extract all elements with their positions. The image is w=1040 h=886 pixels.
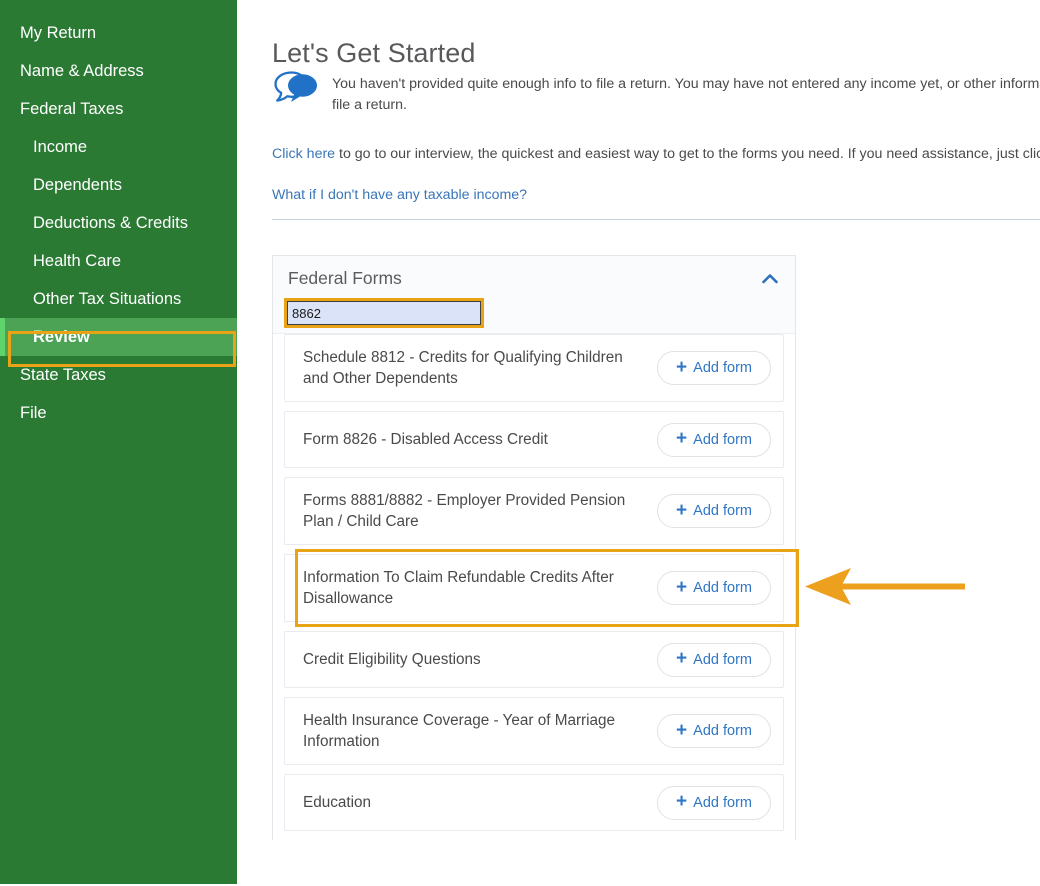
federal-forms-list: Schedule 8812 - Credits for Qualifying C…	[273, 334, 795, 831]
add-form-button[interactable]: + Add form	[657, 571, 771, 605]
federal-forms-panel: Federal Forms Schedule 8812 - Credits fo…	[272, 255, 796, 840]
taxable-income-line: What if I don't have any taxable income?	[272, 187, 527, 203]
form-row-label: Schedule 8812 - Credits for Qualifying C…	[303, 347, 633, 389]
sidebar-item-review[interactable]: Review	[0, 318, 237, 356]
form-row-label: Form 8826 - Disabled Access Credit	[303, 429, 548, 450]
add-form-button-label: Add form	[693, 432, 752, 448]
form-search-highlight-annotation	[284, 298, 484, 328]
add-form-button[interactable]: + Add form	[657, 714, 771, 748]
plus-icon: +	[676, 578, 687, 597]
form-row[interactable]: Information To Claim Refundable Credits …	[284, 554, 784, 622]
notice-text: You haven't provided quite enough info t…	[332, 68, 1040, 116]
sidebar-item-label: My Return	[20, 24, 96, 42]
sidebar-item-my-return[interactable]: My Return	[0, 14, 237, 52]
form-row[interactable]: Health Insurance Coverage - Year of Marr…	[284, 697, 784, 765]
interview-line-rest: to go to our interview, the quickest and…	[335, 146, 1040, 162]
interview-line: Click here to go to our interview, the q…	[272, 146, 1040, 162]
pointer-arrow-annotation	[805, 562, 965, 617]
add-form-button[interactable]: + Add form	[657, 494, 771, 528]
sidebar-item-label: State Taxes	[20, 366, 106, 384]
chevron-up-icon[interactable]	[757, 268, 783, 290]
add-form-button[interactable]: + Add form	[657, 643, 771, 677]
speech-bubbles-icon	[272, 68, 320, 110]
form-row[interactable]: Credit Eligibility Questions + Add form	[284, 631, 784, 688]
plus-icon: +	[676, 358, 687, 377]
add-form-button-label: Add form	[693, 580, 752, 596]
add-form-button[interactable]: + Add form	[657, 786, 771, 820]
sidebar-item-file[interactable]: File	[0, 394, 237, 432]
plus-icon: +	[676, 649, 687, 668]
add-form-button-label: Add form	[693, 503, 752, 519]
sidebar-item-deductions-credits[interactable]: Deductions & Credits	[0, 204, 237, 242]
sidebar-item-label: Deductions & Credits	[33, 214, 188, 232]
add-form-button-label: Add form	[693, 652, 752, 668]
plus-icon: +	[676, 429, 687, 448]
sidebar-item-income[interactable]: Income	[0, 128, 237, 166]
add-form-button-label: Add form	[693, 723, 752, 739]
sidebar-item-label: Other Tax Situations	[33, 290, 181, 308]
add-form-button-label: Add form	[693, 360, 752, 376]
form-row-label: Forms 8881/8882 - Employer Provided Pens…	[303, 490, 633, 532]
plus-icon: +	[676, 721, 687, 740]
sidebar-item-state-taxes[interactable]: State Taxes	[0, 356, 237, 394]
federal-forms-panel-header: Federal Forms	[273, 256, 795, 334]
sidebar-item-name-address[interactable]: Name & Address	[0, 52, 237, 90]
sidebar-item-label: Health Care	[33, 252, 121, 270]
sidebar-item-dependents[interactable]: Dependents	[0, 166, 237, 204]
notice-line-2: file a return.	[332, 95, 1040, 116]
notice-banner: You haven't provided quite enough info t…	[272, 68, 1040, 116]
form-row-label: Health Insurance Coverage - Year of Marr…	[303, 710, 633, 752]
sidebar-item-label: Review	[33, 328, 90, 346]
main-content: Let's Get Started You haven't provided q…	[237, 0, 1040, 886]
add-form-button[interactable]: + Add form	[657, 351, 771, 385]
sidebar-nav: My Return Name & Address Federal Taxes Inco…	[0, 0, 237, 884]
add-form-button[interactable]: + Add form	[657, 423, 771, 457]
sidebar-item-label: File	[20, 404, 47, 422]
sidebar-item-health-care[interactable]: Health Care	[0, 242, 237, 280]
form-row-label: Credit Eligibility Questions	[303, 649, 481, 670]
form-row-label: Information To Claim Refundable Credits …	[303, 567, 633, 609]
form-row[interactable]: Form 8826 - Disabled Access Credit + Add f…	[284, 411, 784, 468]
sidebar-item-other-tax-situations[interactable]: Other Tax Situations	[0, 280, 237, 318]
sidebar-item-label: Income	[33, 138, 87, 156]
sidebar-item-label: Dependents	[33, 176, 122, 194]
form-search-input[interactable]	[287, 301, 481, 325]
federal-forms-title: Federal Forms	[288, 268, 402, 289]
add-form-button-label: Add form	[693, 795, 752, 811]
sidebar-item-federal-taxes[interactable]: Federal Taxes	[0, 90, 237, 128]
app-window: My Return Name & Address Federal Taxes Inco…	[0, 0, 1040, 886]
taxable-income-link[interactable]: What if I don't have any taxable income?	[272, 187, 527, 203]
notice-line-1: You haven't provided quite enough info t…	[332, 76, 1040, 92]
section-divider	[272, 219, 1040, 220]
form-row-label: Education	[303, 792, 371, 813]
plus-icon: +	[676, 501, 687, 520]
plus-icon: +	[676, 792, 687, 811]
sidebar-item-label: Name & Address	[20, 62, 144, 80]
sidebar-item-label: Federal Taxes	[20, 100, 123, 118]
form-row[interactable]: Education + Add form	[284, 774, 784, 831]
form-row[interactable]: Schedule 8812 - Credits for Qualifying C…	[284, 334, 784, 402]
form-row[interactable]: Forms 8881/8882 - Employer Provided Pens…	[284, 477, 784, 545]
page-title: Let's Get Started	[272, 38, 475, 69]
click-here-link[interactable]: Click here	[272, 146, 335, 162]
